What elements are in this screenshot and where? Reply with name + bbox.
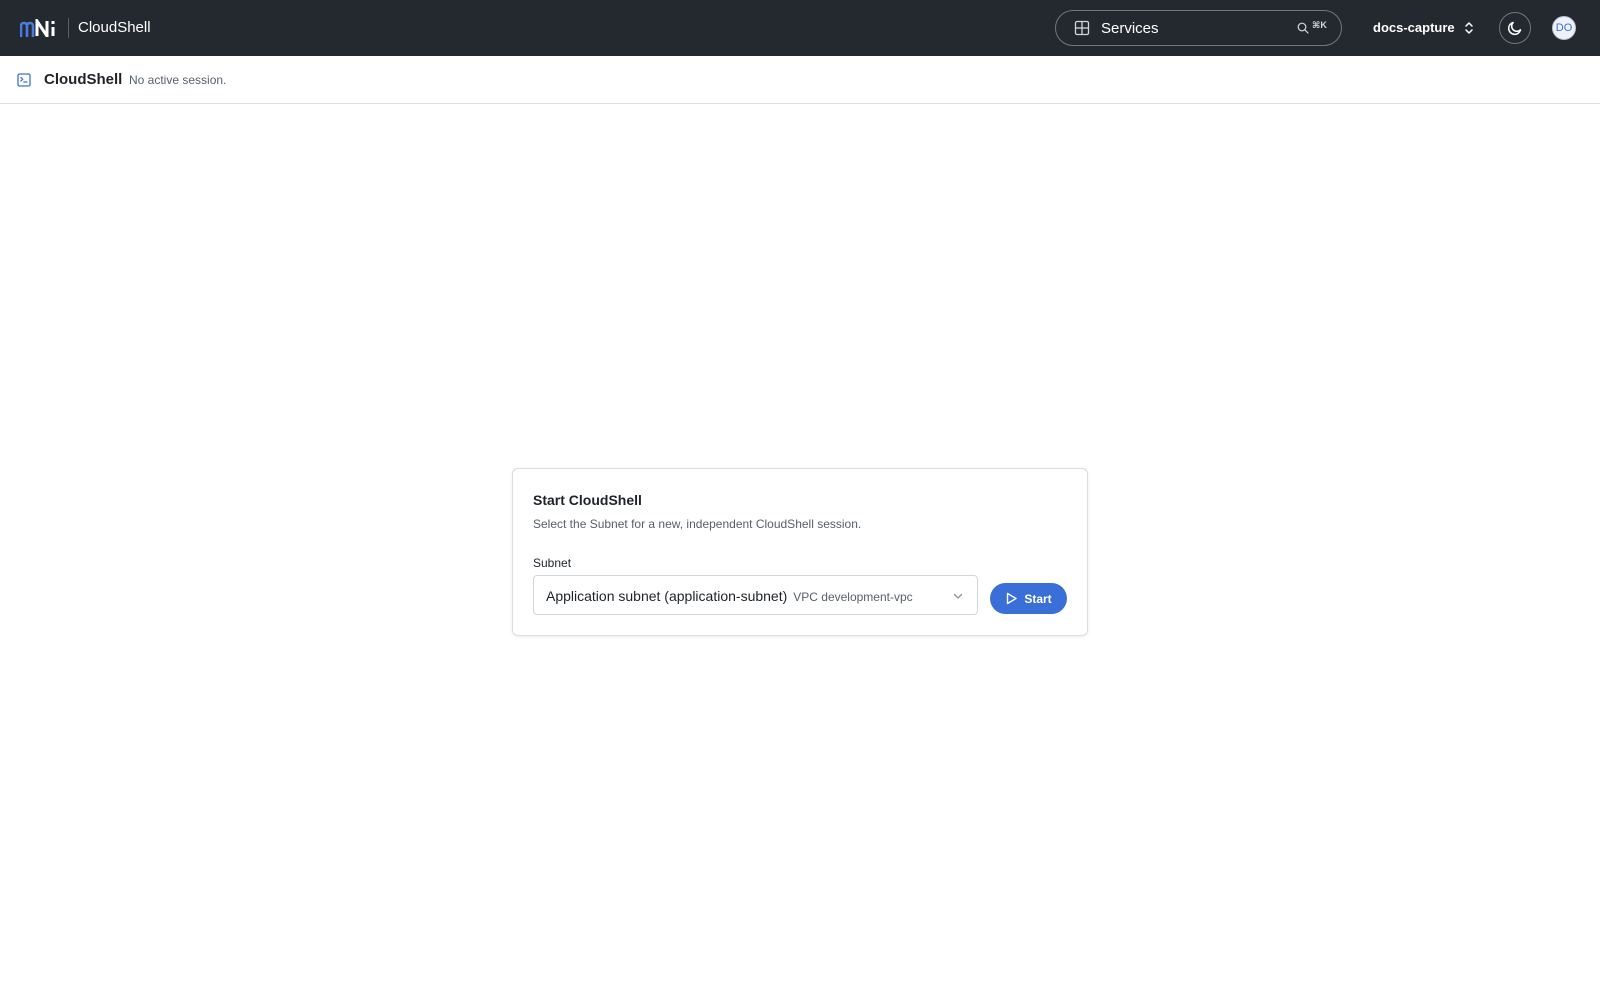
chevron-down-icon: [953, 593, 963, 599]
app-title: CloudShell: [78, 19, 151, 36]
brand-logo[interactable]: [20, 16, 58, 40]
project-name: docs-capture: [1373, 20, 1455, 35]
terminal-icon: [17, 73, 31, 87]
keyboard-shortcut: ⌘K: [1312, 20, 1327, 30]
play-icon: [1007, 592, 1018, 605]
moon-icon: [1507, 21, 1522, 36]
project-selector[interactable]: docs-capture: [1373, 17, 1475, 39]
page-header: CloudShell No active session.: [0, 56, 1600, 104]
session-status: No active session.: [129, 73, 227, 87]
subnet-name: Application subnet (application-subnet): [546, 588, 788, 604]
logo-divider: [68, 18, 69, 38]
subnet-select[interactable]: Application subnet (application-subnet) V…: [533, 575, 978, 615]
subnet-vpc: VPC development-vpc: [793, 590, 913, 604]
start-cloudshell-card: Start CloudShell Select the Subnet for a…: [512, 468, 1088, 636]
user-avatar[interactable]: DO: [1552, 16, 1576, 40]
card-description: Select the Subnet for a new, independent…: [533, 517, 862, 531]
services-search-button[interactable]: Services ⌘K: [1055, 10, 1342, 46]
theme-toggle-button[interactable]: [1499, 12, 1531, 44]
start-button-label: Start: [1024, 591, 1052, 606]
card-title: Start CloudShell: [533, 492, 642, 508]
page-title: CloudShell: [44, 71, 123, 88]
logo-mni-icon: [20, 19, 55, 37]
search-icon: [1297, 22, 1309, 34]
top-navigation-bar: CloudShell Services ⌘K docs-capture DO: [0, 0, 1600, 56]
services-label: Services: [1101, 20, 1159, 37]
start-button[interactable]: Start: [990, 583, 1067, 614]
subnet-selected-value: Application subnet (application-subnet) V…: [546, 587, 913, 606]
grid-icon: [1074, 20, 1090, 36]
chevron-up-down-icon: [1464, 22, 1473, 34]
subnet-label: Subnet: [533, 556, 572, 570]
